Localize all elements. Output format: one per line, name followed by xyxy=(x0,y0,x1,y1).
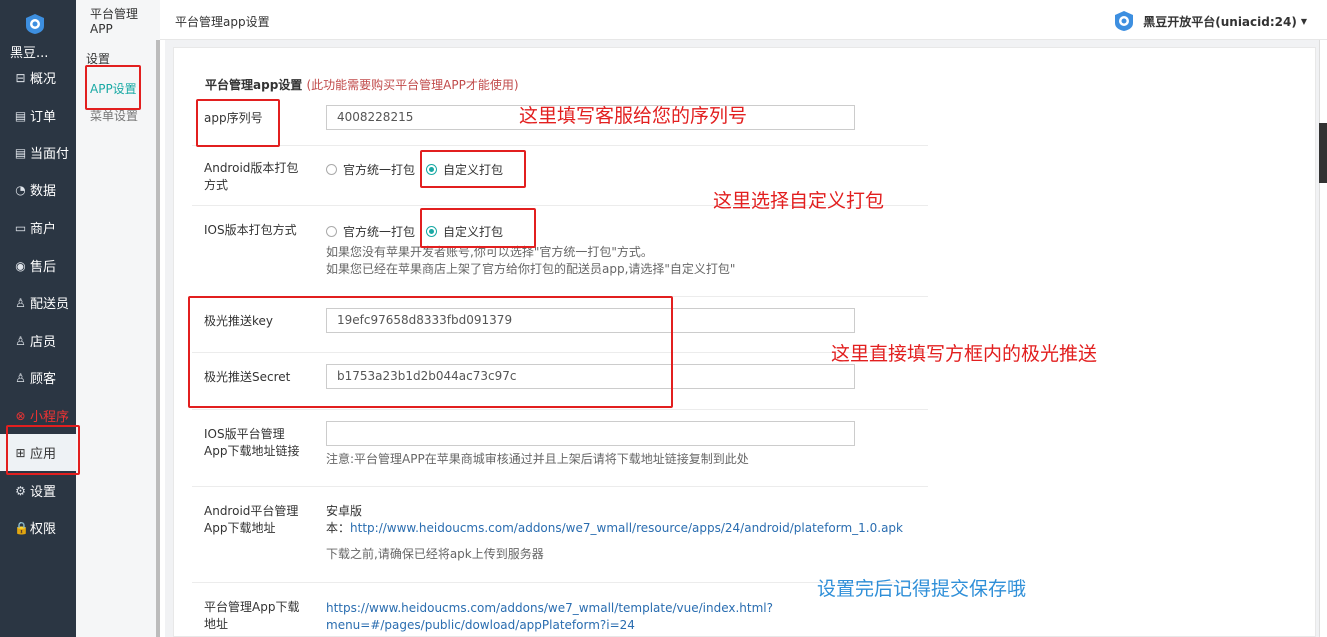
submenu-app-title[interactable]: 平台管理APP xyxy=(76,0,160,40)
sidebar-item-customer[interactable]: ♙ 顾客 xyxy=(0,359,76,396)
sidebar-item-label: 设置 xyxy=(30,485,57,500)
sidebar-item-overview[interactable]: ⊟ 概况 xyxy=(0,59,76,96)
sidebar-item-label: 概况 xyxy=(30,72,57,87)
caret-down-icon: ▼ xyxy=(1300,16,1307,26)
sidebar-item-label: 售后 xyxy=(30,260,57,275)
sidebar-item-label: 顾客 xyxy=(30,372,57,387)
ios-link-input[interactable] xyxy=(326,421,855,446)
annotation-box-android-custom xyxy=(420,150,526,188)
android-version-label: 安卓版 xyxy=(326,504,363,518)
sidebar-item-label: 订单 xyxy=(30,110,57,125)
ios-hint-2: 如果您已经在苹果商店上架了官方给你打包的配送员app,请选择"自定义打包" xyxy=(326,262,736,276)
annotation-serial: 这里填写客服给您的序列号 xyxy=(519,105,748,127)
brand-logo-icon xyxy=(26,14,44,34)
sidebar-item-permissions[interactable]: 🔒 权限 xyxy=(0,509,76,546)
annotation-save: 设置完后记得提交保存哦 xyxy=(817,578,1027,600)
form-title-note: (此功能需要购买平台管理APP才能使用) xyxy=(306,78,519,92)
submenu-scrollbar[interactable] xyxy=(156,40,160,637)
platform-download-label: 平台管理App下载 地址 xyxy=(204,599,299,633)
platform-download-label-line2: 地址 xyxy=(204,617,229,631)
face-pay-icon: ▤ xyxy=(14,145,27,160)
annotation-custom-pack: 这里选择自定义打包 xyxy=(713,190,885,212)
android-pack-label-line1: Android版本打包 xyxy=(204,161,299,175)
form-title: 平台管理app设置 (此功能需要购买平台管理APP才能使用) xyxy=(205,76,519,93)
customer-icon: ♙ xyxy=(15,370,26,385)
android-pack-label: Android版本打包 方式 xyxy=(204,160,298,194)
sidebar-item-label: 店员 xyxy=(30,335,57,350)
sidebar-item-clerk[interactable]: ♙ 店员 xyxy=(0,322,76,359)
android-download-label: Android平台管理 App下载地址 xyxy=(204,503,298,537)
platform-download-link-line2[interactable]: menu=#/pages/public/dowload/appPlateform… xyxy=(326,617,635,634)
account-name: 黑豆开放平台(uniacid:24) xyxy=(1143,14,1297,29)
ios-link-label-line1: IOS版平台管理 xyxy=(204,427,285,441)
sidebar-item-orders[interactable]: ▤ 订单 xyxy=(0,97,76,134)
sidebar-item-face-pay[interactable]: ▤ 当面付 xyxy=(0,134,76,171)
annotation-box-jpush xyxy=(188,296,673,408)
account-dropdown[interactable]: 黑豆开放平台(uniacid:24) ▼ xyxy=(1113,10,1307,32)
order-icon: ▤ xyxy=(14,108,27,123)
android-download-line: 本：http://www.heidoucms.com/addons/we7_wm… xyxy=(326,520,903,537)
platform-download-label-line1: 平台管理App下载 xyxy=(204,600,300,614)
sidebar-item-label: 数据 xyxy=(30,184,57,199)
breadcrumb: 平台管理app设置 xyxy=(175,15,270,29)
clerk-icon: ♙ xyxy=(15,333,26,348)
android-radio-official[interactable]: 官方统一打包 xyxy=(326,161,415,178)
android-pack-label-line2: 方式 xyxy=(204,178,229,192)
android-download-hint: 下载之前,请确保已经将apk上传到服务器 xyxy=(326,547,544,561)
radio-circle xyxy=(326,226,337,237)
android-download-link[interactable]: http://www.heidoucms.com/addons/we7_wmal… xyxy=(350,521,903,535)
form-title-text: 平台管理app设置 xyxy=(205,78,303,92)
android-download-label-line1: Android平台管理 xyxy=(204,504,299,518)
sidebar-item-courier[interactable]: ♙ 配送员 xyxy=(0,284,76,321)
sidebar-item-after-sale[interactable]: ◉ 售后 xyxy=(0,247,76,284)
sidebar-item-settings[interactable]: ⚙ 设置 xyxy=(0,472,76,509)
data-icon: ◔ xyxy=(15,182,26,197)
sidebar-item-label: 当面付 xyxy=(30,147,70,162)
android-download-prefix: 本： xyxy=(326,521,351,535)
divider xyxy=(192,486,928,487)
annotation-box-serial xyxy=(196,99,280,147)
sidebar-item-label: 商户 xyxy=(30,222,57,237)
annotation-box-app-settings xyxy=(85,65,141,110)
merchant-icon: ▭ xyxy=(14,220,27,235)
platform-download-link-line1[interactable]: https://www.heidoucms.com/addons/we7_wma… xyxy=(326,600,773,617)
ios-link-hint: 注意:平台管理APP在苹果商城审核通过并且上架后请将下载地址链接复制到此处 xyxy=(326,452,749,466)
sidebar-item-label: 权限 xyxy=(30,522,57,537)
top-header: 平台管理app设置 黑豆开放平台(uniacid:24) ▼ xyxy=(160,0,1327,40)
divider xyxy=(192,409,928,410)
android-download-label-line2: App下载地址 xyxy=(204,521,276,535)
after-sale-icon: ◉ xyxy=(15,258,26,273)
account-logo-icon xyxy=(1115,11,1134,31)
radio-label: 官方统一打包 xyxy=(343,163,416,177)
sidebar-item-label: 小程序 xyxy=(30,410,70,425)
sidebar-item-label: 配送员 xyxy=(30,297,70,312)
annotation-jpush: 这里直接填写方框内的极光推送 xyxy=(831,343,1098,365)
ios-link-label-line2: App下载地址链接 xyxy=(204,444,300,458)
sidebar-item-merchant[interactable]: ▭ 商户 xyxy=(0,209,76,246)
lock-icon: 🔒 xyxy=(14,520,29,535)
radio-circle xyxy=(326,164,337,175)
ios-radio-official[interactable]: 官方统一打包 xyxy=(326,223,415,240)
radio-label: 官方统一打包 xyxy=(343,225,416,239)
courier-icon: ♙ xyxy=(15,295,26,310)
ios-pack-label: IOS版本打包方式 xyxy=(204,223,297,237)
gear-icon: ⚙ xyxy=(15,483,26,498)
ios-link-label: IOS版平台管理 App下载地址链接 xyxy=(204,426,299,460)
miniprogram-icon: ⊗ xyxy=(15,408,26,423)
annotation-box-apps xyxy=(6,425,80,475)
main-sidebar: 黑豆... ⊟ 概况 ▤ 订单 ▤ 当面付 ◔ 数据 ▭ 商户 ◉ 售后 ♙ 配… xyxy=(0,0,76,637)
annotation-box-ios-custom xyxy=(420,208,536,248)
divider xyxy=(192,145,928,146)
scroll-handle[interactable] xyxy=(1319,123,1327,183)
sidebar-item-data[interactable]: ◔ 数据 xyxy=(0,171,76,208)
overview-icon: ⊟ xyxy=(15,70,26,85)
